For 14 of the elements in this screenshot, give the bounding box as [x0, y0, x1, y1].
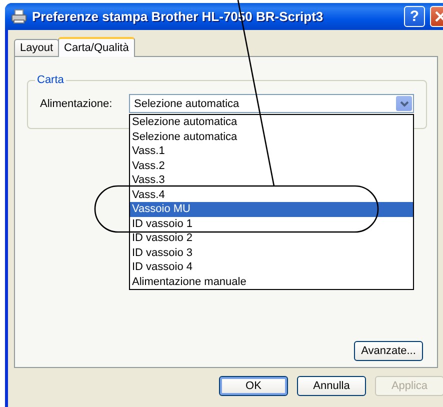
field-label: Alimentazione: [40, 98, 114, 110]
close-icon [435, 11, 443, 22]
dialog-button[interactable]: Annulla [297, 376, 366, 396]
tab[interactable]: Carta/Qualità [58, 37, 135, 57]
printer-icon [11, 8, 27, 24]
advanced-button[interactable]: Avanzate... [354, 341, 423, 361]
dropdown[interactable]: Selezione automatica [129, 94, 414, 113]
dialog-button[interactable]: OK [219, 376, 288, 396]
dropdown-arrow-button[interactable] [396, 96, 412, 111]
help-button[interactable]: ? [404, 6, 425, 27]
chevron-icon [400, 100, 408, 106]
tab[interactable]: Layout [14, 39, 60, 57]
dropdown-option[interactable]: Vassoio MU [130, 202, 413, 216]
group-title: Carta [36, 74, 65, 86]
